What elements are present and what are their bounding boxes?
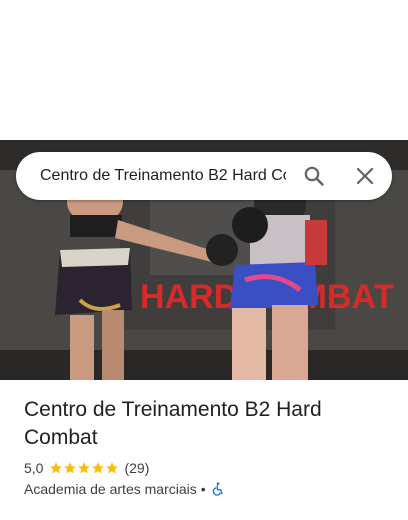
- star-icon: [92, 462, 105, 474]
- place-title: Centro de Treinamento B2 Hard Combat: [24, 398, 322, 449]
- place-info: Centro de Treinamento B2 Hard Combat 5,0…: [24, 396, 384, 497]
- star-icon: [50, 462, 63, 474]
- star-icon: [78, 462, 91, 474]
- review-count: (29): [124, 460, 150, 476]
- close-button[interactable]: [353, 164, 377, 188]
- star-rating: [49, 461, 119, 475]
- separator-dot: •: [200, 481, 206, 497]
- close-icon: [356, 167, 374, 185]
- search-icon: [304, 166, 324, 186]
- search-button[interactable]: [302, 164, 326, 188]
- search-input[interactable]: [40, 164, 286, 188]
- rating-value: 5,0: [24, 460, 44, 476]
- star-icon: [64, 462, 77, 474]
- place-category: Academia de artes marciais: [24, 481, 197, 497]
- rating-row[interactable]: 5,0 (29): [24, 460, 384, 476]
- wheelchair-icon: [212, 482, 223, 496]
- search-bar: [16, 152, 392, 200]
- category-row: Academia de artes marciais •: [24, 481, 384, 497]
- star-icon: [106, 462, 119, 474]
